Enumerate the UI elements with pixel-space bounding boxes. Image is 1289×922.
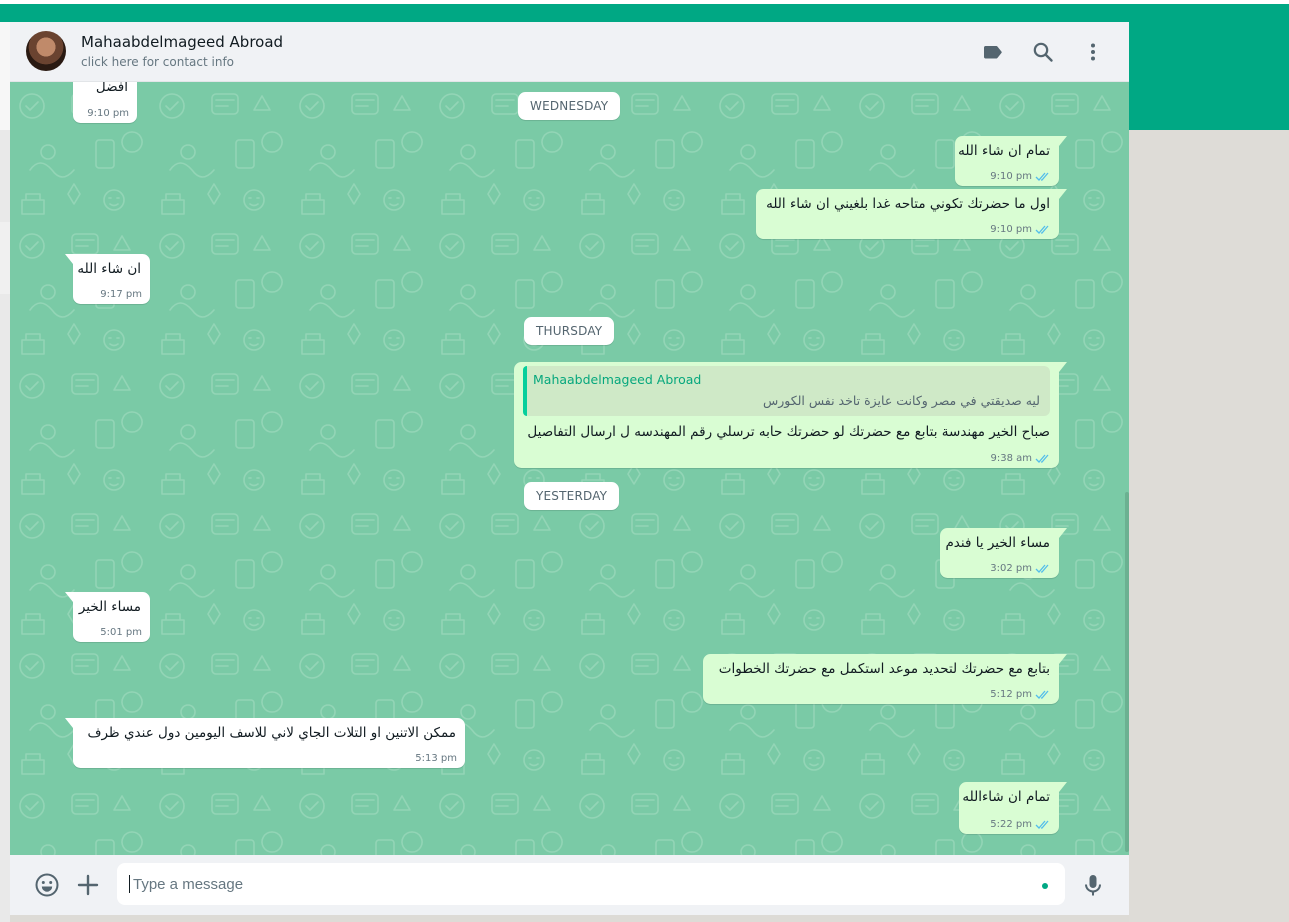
message-outgoing[interactable]: مساء الخير يا فندم 3:02 pm [940,528,1067,578]
message-text: صباح الخير مهندسة بتابع مع حضرتك لو حضرت… [527,424,1050,440]
read-ticks-icon [1035,690,1049,699]
read-ticks-icon [1035,820,1049,829]
message-text: ممكن الاتنين او التلات الجاي لاني للاسف … [87,725,456,741]
sidebar-edge [0,22,10,922]
input-status-dot [1042,883,1048,889]
message-time: 5:12 pm [990,689,1032,700]
message-time: 5:13 pm [415,753,457,764]
message-time: 9:17 pm [100,289,142,300]
text-caret [129,875,130,893]
message-text: تمام ان شاء الله [958,143,1050,159]
app-top-green-band [0,4,1289,22]
date-separator: THURSDAY [524,317,615,345]
message-input[interactable] [117,863,1065,905]
quoted-author: Mahaabdelmageed Abroad [533,372,702,387]
date-separator: YESTERDAY [524,482,620,510]
message-time: 9:10 pm [87,108,129,119]
message-time: 9:10 pm [990,171,1032,182]
read-ticks-icon [1035,225,1049,234]
message-text: بتابع مع حضرتك لتحديد موعد استكمل مع حضر… [718,661,1050,677]
message-text: مساء الخير [78,599,141,615]
message-text: اول ما حضرتك تكوني متاحه غدا بلغيني ان ش… [766,196,1050,212]
quote-accent-bar [523,366,527,416]
message-list[interactable]: افضل 9:10 pm WEDNESDAY تمام ان شاء الله … [10,82,1129,855]
read-ticks-icon [1035,454,1049,463]
message-outgoing-reply[interactable]: Mahaabdelmageed Abroad ليه صديقتي في مصر… [514,362,1067,468]
chat-scrollbar[interactable] [1125,492,1129,852]
message-text: افضل [95,82,128,95]
message-time: 5:01 pm [100,627,142,638]
message-outgoing[interactable]: تمام ان شاء الله 9:10 pm [955,136,1067,186]
search-icon[interactable] [1031,40,1055,64]
message-time: 3:02 pm [990,563,1032,574]
quoted-text: ليه صديقتي في مصر وكانت عايزة تاخد نفس ا… [762,393,1040,408]
microphone-icon[interactable] [1080,872,1106,898]
quoted-message[interactable]: Mahaabdelmageed Abroad ليه صديقتي في مصر… [523,366,1050,416]
message-outgoing[interactable]: اول ما حضرتك تكوني متاحه غدا بلغيني ان ش… [756,189,1067,239]
avatar[interactable] [26,31,66,71]
message-incoming[interactable]: ان شاء الله 9:17 pm [65,254,150,304]
message-time: 9:38 am [990,453,1032,464]
contact-name[interactable]: Mahaabdelmageed Abroad [81,33,283,51]
background-panel [1129,130,1289,922]
read-ticks-icon [1035,564,1049,573]
conversation-panel: Mahaabdelmageed Abroad click here for co… [10,22,1129,915]
message-incoming[interactable]: ممكن الاتنين او التلات الجاي لاني للاسف … [65,718,465,768]
message-text: مساء الخير يا فندم [945,535,1050,551]
message-text: ان شاء الله [77,261,141,277]
message-outgoing[interactable]: بتابع مع حضرتك لتحديد موعد استكمل مع حضر… [703,654,1067,704]
label-icon[interactable] [981,40,1005,64]
message-time: 5:22 pm [990,819,1032,830]
read-ticks-icon [1035,172,1049,181]
app-right-green-band [1129,4,1289,130]
message-outgoing[interactable]: تمام ان شاءالله 5:22 pm [959,782,1067,834]
message-incoming[interactable]: افضل 9:10 pm [73,82,137,123]
attach-plus-icon[interactable] [75,872,101,898]
message-incoming[interactable]: مساء الخير 5:01 pm [65,592,150,642]
message-time: 9:10 pm [990,224,1032,235]
emoji-icon[interactable] [34,872,60,898]
composer-bar [10,855,1129,915]
date-separator: WEDNESDAY [518,92,621,120]
menu-icon[interactable] [1081,40,1105,64]
message-text: تمام ان شاءالله [962,789,1050,805]
contact-info-hint[interactable]: click here for contact info [81,55,234,69]
conversation-header[interactable]: Mahaabdelmageed Abroad click here for co… [10,22,1129,82]
